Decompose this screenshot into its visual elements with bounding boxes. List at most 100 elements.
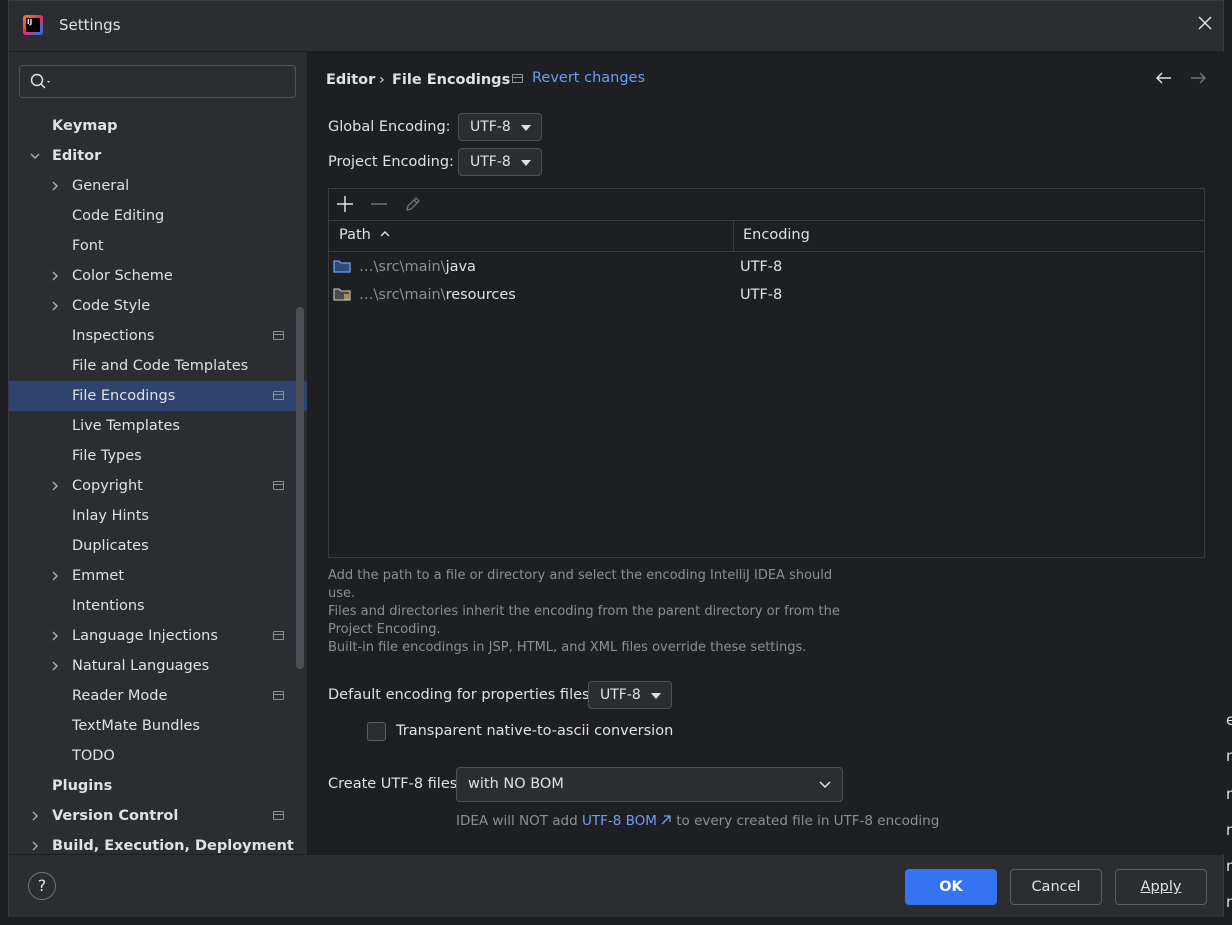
sidebar-item-textmate-bundles[interactable]: TextMate Bundles — [9, 711, 307, 741]
intellij-logo-icon: IJ — [23, 15, 43, 35]
breadcrumb-editor[interactable]: Editor — [326, 72, 375, 88]
help-button[interactable]: ? — [28, 872, 56, 900]
sidebar-item-code-style[interactable]: Code Style — [9, 291, 307, 321]
sidebar-item-language-injections[interactable]: Language Injections — [9, 621, 307, 651]
encoding-cell[interactable]: UTF-8 — [740, 259, 782, 275]
chevron-right-icon[interactable] — [50, 661, 60, 671]
apply-button[interactable]: Apply — [1115, 869, 1207, 905]
sidebar-item-intentions[interactable]: Intentions — [9, 591, 307, 621]
chevron-right-icon[interactable] — [50, 631, 60, 641]
sidebar-item-label: Inspections — [72, 328, 155, 344]
remove-icon[interactable] — [370, 195, 388, 217]
chevron-down-icon — [819, 781, 831, 789]
properties-encoding-dropdown[interactable]: UTF-8 — [588, 681, 672, 709]
sidebar-item-inspections[interactable]: Inspections — [9, 321, 307, 351]
sidebar-item-copyright[interactable]: Copyright — [9, 471, 307, 501]
sidebar-item-label: Emmet — [72, 568, 125, 584]
dialog-footer: ? OK Cancel Apply — [9, 854, 1223, 917]
table-header: Path Encoding — [329, 220, 1204, 252]
project-scope-icon — [512, 74, 523, 83]
native-to-ascii-label[interactable]: Transparent native-to-ascii conversion — [396, 723, 673, 739]
project-encoding-label: Project Encoding: — [328, 154, 454, 170]
search-icon — [30, 73, 50, 89]
revert-changes-link[interactable]: Revert changes — [532, 70, 645, 86]
chevron-right-icon[interactable] — [30, 811, 40, 821]
breadcrumb-separator: › — [379, 72, 385, 88]
chevron-right-icon[interactable] — [50, 571, 60, 581]
background-text-fragment: n — [1226, 857, 1232, 875]
chevron-right-icon[interactable] — [50, 481, 60, 491]
chevron-right-icon[interactable] — [30, 841, 40, 851]
sidebar-item-label: File Encodings — [72, 388, 176, 404]
sidebar-item-editor[interactable]: Editor — [9, 141, 307, 171]
column-header-path[interactable]: Path — [339, 220, 391, 251]
sidebar-item-inlay-hints[interactable]: Inlay Hints — [9, 501, 307, 531]
sort-ascending-icon — [380, 231, 390, 237]
project-encoding-dropdown[interactable]: UTF-8 — [458, 148, 542, 176]
path-cell: …\src\main\resources — [359, 287, 516, 303]
sidebar-item-label: TextMate Bundles — [72, 718, 200, 734]
sidebar-item-general[interactable]: General — [9, 171, 307, 201]
help-text-line: Built-in file encodings in JSP, HTML, an… — [328, 640, 807, 655]
external-link-icon — [661, 815, 671, 825]
sidebar-item-reader-mode[interactable]: Reader Mode — [9, 681, 307, 711]
settings-sidebar: Keymap Editor General Code Editing Font Color… — [9, 52, 308, 854]
sidebar-item-font[interactable]: Font — [9, 231, 307, 261]
back-arrow-icon[interactable] — [1155, 70, 1173, 91]
forward-arrow-icon[interactable] — [1189, 70, 1207, 91]
sidebar-item-color-scheme[interactable]: Color Scheme — [9, 261, 307, 291]
resources-folder-icon — [333, 286, 351, 306]
sidebar-item-label: Build, Execution, Deployment — [52, 838, 294, 854]
search-input[interactable] — [19, 65, 296, 98]
bom-value: with NO BOM — [468, 776, 564, 792]
global-encoding-dropdown[interactable]: UTF-8 — [458, 113, 542, 141]
native-to-ascii-checkbox[interactable] — [367, 722, 386, 741]
page-title: File Encodings — [392, 72, 511, 88]
window-title: Settings — [59, 16, 121, 34]
sidebar-item-label: Plugins — [52, 778, 113, 794]
table-row[interactable]: …\src\main\java UTF-8 — [329, 255, 1204, 283]
bom-dropdown[interactable]: with NO BOM — [456, 767, 843, 802]
help-text-line: use. — [328, 586, 356, 601]
sidebar-item-label: File and Code Templates — [72, 358, 249, 374]
sidebar-item-todo[interactable]: TODO — [9, 741, 307, 771]
sidebar-item-file-and-code-templates[interactable]: File and Code Templates — [9, 351, 307, 381]
sidebar-item-label: Duplicates — [72, 538, 149, 554]
chevron-right-icon[interactable] — [50, 181, 60, 191]
add-icon[interactable] — [336, 195, 354, 217]
sidebar-item-file-encodings[interactable]: File Encodings — [9, 381, 307, 411]
help-text-line: Add the path to a file or directory and … — [328, 568, 833, 583]
bom-hint-text-end: to every created file in UTF-8 encoding — [671, 813, 940, 829]
column-header-encoding[interactable]: Encoding — [743, 220, 810, 251]
project-scope-icon — [273, 631, 284, 640]
sidebar-item-build-execution-deployment[interactable]: Build, Execution, Deployment — [9, 831, 307, 854]
path-cell: …\src\main\java — [359, 259, 476, 275]
sidebar-item-emmet[interactable]: Emmet — [9, 561, 307, 591]
sidebar-item-plugins[interactable]: Plugins — [9, 771, 307, 801]
ok-button[interactable]: OK — [905, 869, 997, 905]
table-row[interactable]: …\src\main\resources UTF-8 — [329, 283, 1204, 311]
sidebar-item-code-editing[interactable]: Code Editing — [9, 201, 307, 231]
sidebar-item-label: Copyright — [72, 478, 143, 494]
sidebar-item-label: Language Injections — [72, 628, 218, 644]
sidebar-item-label: File Types — [72, 448, 142, 464]
sidebar-item-live-templates[interactable]: Live Templates — [9, 411, 307, 441]
sidebar-item-duplicates[interactable]: Duplicates — [9, 531, 307, 561]
sidebar-item-version-control[interactable]: Version Control — [9, 801, 307, 831]
sidebar-scrollbar[interactable] — [296, 307, 304, 669]
edit-icon[interactable] — [404, 195, 422, 217]
cancel-button[interactable]: Cancel — [1010, 869, 1102, 905]
sidebar-item-label: Live Templates — [72, 418, 180, 434]
background-text-fragment: n — [1226, 747, 1232, 765]
chevron-right-icon[interactable] — [50, 271, 60, 281]
utf8-bom-link[interactable]: UTF-8 BOM — [582, 813, 657, 829]
dropdown-arrow-icon — [521, 125, 531, 131]
chevron-down-icon[interactable] — [30, 151, 40, 161]
sidebar-item-label: General — [72, 178, 130, 194]
encoding-cell[interactable]: UTF-8 — [740, 287, 782, 303]
sidebar-item-natural-languages[interactable]: Natural Languages — [9, 651, 307, 681]
close-icon[interactable] — [1195, 15, 1215, 35]
chevron-right-icon[interactable] — [50, 301, 60, 311]
sidebar-item-file-types[interactable]: File Types — [9, 441, 307, 471]
sidebar-item-keymap[interactable]: Keymap — [9, 111, 307, 141]
